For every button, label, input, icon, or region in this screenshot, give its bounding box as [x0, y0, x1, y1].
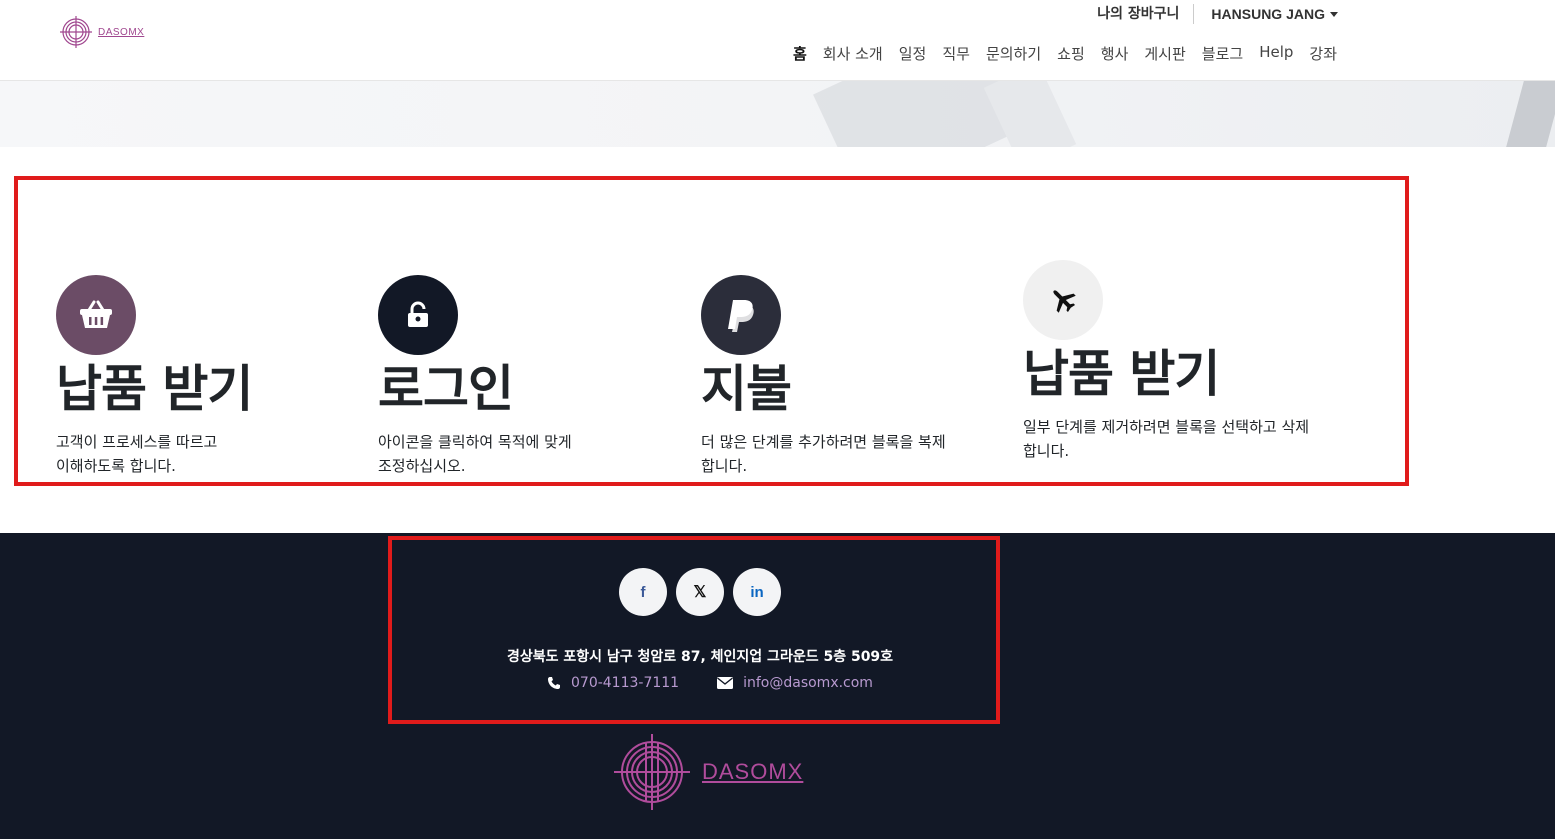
- linkedin-icon[interactable]: in: [733, 568, 781, 616]
- step-description: 고객이 프로세스를 따르고 이해하도록 합니다.: [56, 433, 218, 475]
- step-login: 로그인 아이콘을 클릭하여 목적에 맞게 조정하십시오.: [378, 275, 572, 478]
- basket-icon: [56, 275, 136, 355]
- logo-text: DASOMX: [98, 26, 145, 38]
- step-title: 납품 받기: [1023, 345, 1220, 403]
- phone-number: 070-4113-7111: [571, 675, 680, 691]
- nav-item-events[interactable]: 행사: [1101, 43, 1129, 64]
- nav-item-schedule[interactable]: 일정: [899, 43, 927, 64]
- nav-item-jobs[interactable]: 직무: [942, 43, 970, 64]
- step-title: 지불: [701, 360, 792, 418]
- nav-item-shop[interactable]: 쇼핑: [1057, 43, 1085, 64]
- top-bar: 나의 장바구니 HANSUNG JANG: [1097, 4, 1338, 24]
- nav-item-help[interactable]: Help: [1259, 43, 1293, 64]
- main-nav: 홈 회사 소개 일정 직무 문의하기 쇼핑 행사 게시판 블로그 Help 강좌: [777, 43, 1337, 64]
- step-title: 로그인: [378, 360, 514, 418]
- hero-banner: [0, 81, 1555, 147]
- step-description: 더 많은 단계를 추가하려면 블록을 복제 합니다.: [701, 433, 946, 475]
- step-description: 일부 단계를 제거하려면 블록을 선택하고 삭제 합니다.: [1023, 418, 1310, 460]
- site-logo[interactable]: DASOMX: [60, 15, 144, 49]
- paypal-icon: [701, 275, 781, 355]
- user-menu[interactable]: HANSUNG JANG: [1194, 6, 1338, 22]
- envelope-icon: [717, 677, 734, 689]
- step-payment: 지불 더 많은 단계를 추가하려면 블록을 복제 합니다.: [701, 275, 946, 478]
- nav-item-home[interactable]: 홈: [793, 43, 807, 64]
- hero-decoration: [1506, 81, 1555, 147]
- nav-item-contact[interactable]: 문의하기: [986, 43, 1041, 64]
- company-address: 경상북도 포항시 남구 청암로 87, 체인지업 그라운드 5층 509호: [506, 649, 894, 665]
- dasomx-logo-icon: [60, 16, 92, 48]
- caret-down-icon: [1330, 11, 1338, 17]
- my-cart-link[interactable]: 나의 장바구니: [1097, 4, 1195, 24]
- plane-icon: [1023, 260, 1103, 340]
- nav-item-courses[interactable]: 강좌: [1309, 43, 1337, 64]
- nav-item-forum[interactable]: 게시판: [1144, 43, 1185, 64]
- x-twitter-icon[interactable]: 𝕏: [676, 568, 724, 616]
- step-delivery: 납품 받기 고객이 프로세스를 따르고 이해하도록 합니다.: [56, 275, 253, 478]
- nav-item-about[interactable]: 회사 소개: [823, 43, 883, 64]
- phone-contact[interactable]: 070-4113-7111: [547, 675, 679, 691]
- footer-highlight-box: [388, 536, 1000, 724]
- user-name: HANSUNG JANG: [1211, 6, 1325, 22]
- facebook-icon[interactable]: f: [619, 568, 667, 616]
- phone-icon: [548, 677, 560, 689]
- nav-item-blog[interactable]: 블로그: [1202, 43, 1243, 64]
- step-title: 납품 받기: [56, 360, 253, 418]
- site-header: DASOMX 나의 장바구니 HANSUNG JANG 홈 회사 소개 일정 직…: [0, 0, 1555, 81]
- email-address: info@dasomx.com: [743, 675, 873, 691]
- unlock-icon: [378, 275, 458, 355]
- email-contact[interactable]: info@dasomx.com: [717, 675, 873, 691]
- contact-info: 070-4113-7111 info@dasomx.com: [547, 675, 873, 691]
- footer-logo-text: DASOMX: [702, 759, 804, 784]
- step-delivery-2: 납품 받기 일부 단계를 제거하려면 블록을 선택하고 삭제 합니다.: [1023, 260, 1309, 463]
- dasomx-logo-icon: [614, 734, 690, 810]
- step-description: 아이콘을 클릭하여 목적에 맞게 조정하십시오.: [378, 433, 572, 475]
- footer-logo[interactable]: DASOMX: [612, 732, 803, 812]
- social-links: f 𝕏 in: [619, 568, 781, 616]
